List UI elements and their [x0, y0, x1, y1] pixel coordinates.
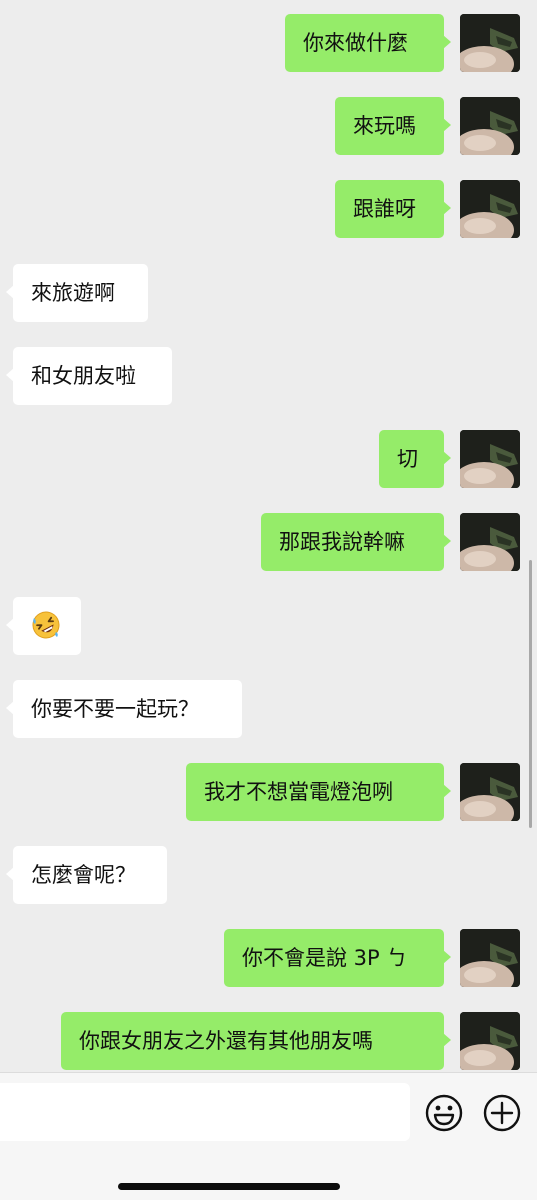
avatar[interactable] — [460, 14, 520, 72]
outgoing-message-bubble[interactable]: 切 — [379, 430, 451, 488]
message-row-outgoing: 切 — [0, 430, 537, 488]
avatar[interactable] — [460, 430, 520, 488]
avatar[interactable] — [460, 97, 520, 155]
plus-circle-icon[interactable] — [482, 1093, 522, 1133]
message-row-outgoing: 我才不想當電燈泡咧 — [0, 763, 537, 821]
outgoing-message-bubble[interactable]: 我才不想當電燈泡咧 — [186, 763, 451, 821]
message-input[interactable] — [0, 1083, 410, 1141]
outgoing-message-bubble[interactable]: 你來做什麼 — [285, 14, 451, 72]
outgoing-message-bubble[interactable]: 你不會是說 3P ㄅ — [224, 929, 451, 987]
chat-history[interactable]: 你來做什麼 來玩嗎 跟誰呀 來旅遊啊 和女朋友啦 切 那跟我說幹嘛 你要不要一起… — [0, 0, 537, 1072]
outgoing-message-bubble[interactable]: 那跟我說幹嘛 — [261, 513, 451, 571]
avatar[interactable] — [460, 1012, 520, 1070]
avatar[interactable] — [460, 929, 520, 987]
incoming-message-bubble[interactable]: 來旅遊啊 — [6, 264, 148, 322]
avatar[interactable] — [460, 763, 520, 821]
rolling-on-the-floor-laughing-emoji — [31, 604, 61, 662]
message-row-outgoing: 那跟我說幹嘛 — [0, 513, 537, 571]
chat-scrollbar[interactable] — [529, 560, 532, 828]
message-composer — [0, 1072, 537, 1200]
message-row-incoming: 來旅遊啊 — [0, 264, 537, 322]
smiley-icon[interactable] — [424, 1093, 464, 1133]
message-row-outgoing: 跟誰呀 — [0, 180, 537, 238]
outgoing-message-bubble[interactable]: 來玩嗎 — [335, 97, 451, 155]
outgoing-message-bubble[interactable]: 跟誰呀 — [335, 180, 451, 238]
message-row-outgoing: 你跟女朋友之外還有其他朋友嗎 — [0, 1012, 537, 1070]
incoming-message-bubble[interactable]: 你要不要一起玩？ — [6, 680, 242, 738]
avatar[interactable] — [460, 180, 520, 238]
message-row-incoming: 和女朋友啦 — [0, 347, 537, 405]
message-row-outgoing: 你來做什麼 — [0, 14, 537, 72]
message-row-incoming: 怎麼會呢？ — [0, 846, 537, 904]
message-row-incoming: 你要不要一起玩？ — [0, 680, 537, 738]
message-row-outgoing: 你不會是說 3P ㄅ — [0, 929, 537, 987]
outgoing-message-bubble[interactable]: 你跟女朋友之外還有其他朋友嗎 — [61, 1012, 451, 1070]
home-indicator — [118, 1183, 340, 1190]
incoming-message-bubble[interactable] — [6, 597, 81, 655]
avatar[interactable] — [460, 513, 520, 571]
message-row-outgoing: 來玩嗎 — [0, 97, 537, 155]
incoming-message-bubble[interactable]: 怎麼會呢？ — [6, 846, 167, 904]
incoming-message-bubble[interactable]: 和女朋友啦 — [6, 347, 172, 405]
message-row-incoming — [0, 597, 537, 655]
